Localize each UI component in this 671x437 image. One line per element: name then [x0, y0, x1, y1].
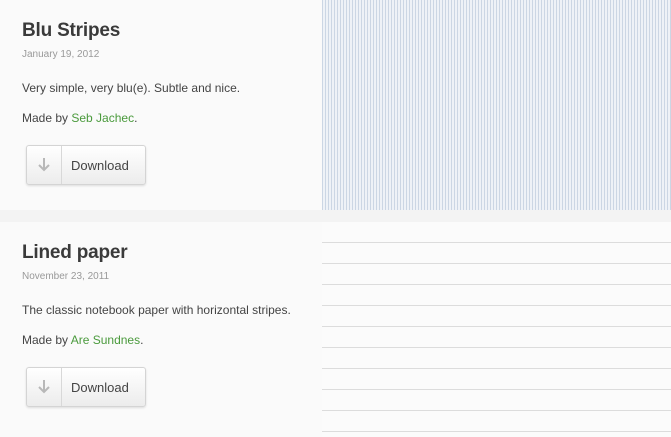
pattern-card: Blu Stripes January 19, 2012 Very simple…: [0, 0, 322, 210]
download-button[interactable]: Download: [26, 367, 146, 407]
author-link[interactable]: Seb Jachec: [71, 111, 134, 125]
pattern-description: Very simple, very blu(e). Subtle and nic…: [22, 81, 241, 95]
download-label: Download: [71, 380, 129, 395]
download-button[interactable]: Download: [26, 145, 146, 185]
pattern-title: Lined paper: [22, 242, 128, 263]
pattern-item-lined-paper: Lined paper November 23, 2011 The classi…: [0, 222, 671, 437]
pattern-preview-lined-paper: [322, 222, 671, 437]
made-by-line: Made by Seb Jachec.: [22, 111, 137, 125]
down-arrow-icon: [27, 146, 62, 184]
pattern-date: January 19, 2012: [22, 49, 100, 60]
author-link[interactable]: Are Sundnes: [71, 333, 140, 347]
made-by-prefix: Made by: [22, 333, 71, 347]
made-by-prefix: Made by: [22, 111, 72, 125]
made-by-suffix: .: [134, 111, 138, 125]
pattern-description: The classic notebook paper with horizont…: [22, 303, 291, 317]
pattern-title: Blu Stripes: [22, 20, 121, 41]
download-label: Download: [71, 158, 129, 173]
pattern-card: Lined paper November 23, 2011 The classi…: [0, 222, 322, 437]
pattern-item-blu-stripes: Blu Stripes January 19, 2012 Very simple…: [0, 0, 671, 210]
down-arrow-icon: [27, 368, 62, 406]
made-by-suffix: .: [140, 333, 144, 347]
made-by-line: Made by Are Sundnes.: [22, 333, 143, 347]
pattern-date: November 23, 2011: [22, 271, 110, 282]
pattern-preview-blu-stripes: [322, 0, 671, 210]
